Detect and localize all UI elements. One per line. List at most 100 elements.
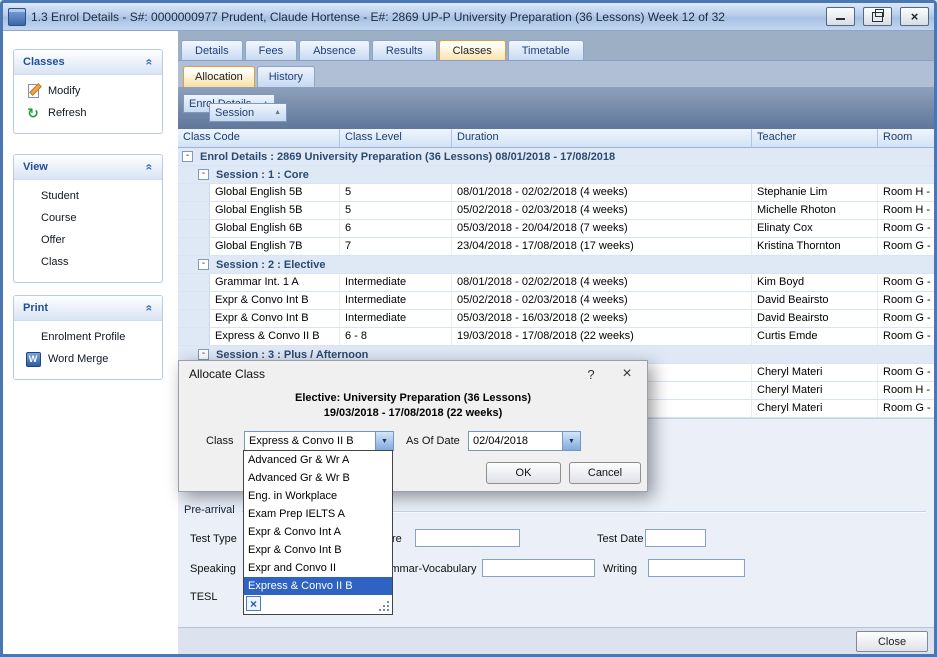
subtab-history[interactable]: History — [257, 66, 315, 87]
column-header-class-level[interactable]: Class Level — [340, 129, 452, 147]
sidebar-item-refresh[interactable]: Refresh — [14, 102, 162, 124]
dropdown-item-advanced-gr-wr-b[interactable]: Advanced Gr & Wr B — [244, 469, 392, 487]
dropdown-item-expr-convo-int-a[interactable]: Expr & Convo Int A — [244, 523, 392, 541]
dialog-title: Allocate Class — [189, 367, 573, 381]
test-type-label: Test Type — [190, 533, 237, 545]
app-window: 1.3 Enrol Details - S#: 0000000977 Prude… — [0, 0, 937, 657]
tab-details[interactable]: Details — [181, 40, 243, 60]
table-row[interactable]: Global English 5B508/01/2018 - 02/02/201… — [178, 184, 934, 202]
collapse-icon[interactable]: - — [198, 169, 209, 180]
sidebar-item-modify[interactable]: Modify — [14, 80, 162, 102]
panel-header-view: View« — [14, 155, 162, 180]
window-close-button[interactable]: × — [900, 7, 929, 26]
table-row[interactable]: Expr & Convo Int BIntermediate05/02/2018… — [178, 292, 934, 310]
sidebar-item-enrolment-profile[interactable]: Enrolment Profile — [14, 326, 162, 348]
resize-grip[interactable] — [387, 609, 389, 611]
class-combobox[interactable]: Express & Convo II B ▼ — [244, 431, 394, 451]
panel-header-print: Print« — [14, 296, 162, 321]
dropdown-item-express-convo-ii-b[interactable]: Express & Convo II B — [244, 577, 392, 595]
writing-input[interactable] — [648, 559, 745, 577]
collapse-icon[interactable]: - — [182, 151, 193, 162]
writing-label: Writing — [603, 563, 637, 575]
minimize-button[interactable] — [826, 7, 855, 26]
restore-button[interactable] — [863, 7, 892, 26]
as-of-date-value: 02/04/2018 — [469, 432, 562, 450]
word-icon — [25, 351, 41, 367]
dropdown-item-exam-prep-ielts-a[interactable]: Exam Prep IELTS A — [244, 505, 392, 523]
tesl-label: TESL — [190, 591, 218, 603]
window-titlebar: 1.3 Enrol Details - S#: 0000000977 Prude… — [3, 3, 934, 31]
as-of-date-combobox[interactable]: 02/04/2018 ▼ — [468, 431, 581, 451]
cancel-button[interactable]: Cancel — [569, 462, 641, 484]
minimize-icon — [836, 11, 845, 20]
group-by-bar: Enrol Details▲Session▲ — [178, 87, 934, 129]
as-of-date-arrow[interactable]: ▼ — [562, 432, 580, 450]
sidebar-panel-classes: Classes«ModifyRefresh — [13, 49, 163, 134]
group-row[interactable]: -Session : 1 : Core — [178, 166, 934, 184]
dropdown-items: Advanced Gr & Wr AAdvanced Gr & Wr BEng.… — [244, 451, 392, 595]
dialog-heading: Elective: University Preparation (36 Les… — [179, 392, 647, 404]
subtab-allocation[interactable]: Allocation — [183, 66, 255, 87]
sidebar-item-class[interactable]: Class — [14, 251, 162, 273]
class-label: Class — [206, 435, 234, 447]
collapse-chevron-button[interactable]: « — [141, 54, 158, 71]
chevron-up-icon: « — [143, 164, 157, 171]
group-by-session[interactable]: Session▲ — [209, 103, 287, 122]
column-header-duration[interactable]: Duration — [452, 129, 752, 147]
column-header-teacher[interactable]: Teacher — [752, 129, 878, 147]
tab-results[interactable]: Results — [372, 40, 437, 60]
test-date-label: Test Date — [597, 533, 643, 545]
dialog-titlebar: Allocate Class ? × — [179, 361, 647, 387]
sidebar-item-offer[interactable]: Offer — [14, 229, 162, 251]
dialog-help-button[interactable]: ? — [573, 361, 609, 387]
chevron-down-icon: ▼ — [381, 438, 388, 445]
test-date-input[interactable] — [645, 529, 706, 547]
dropdown-item-eng-in-workplace[interactable]: Eng. in Workplace — [244, 487, 392, 505]
ok-button[interactable]: OK — [486, 462, 561, 484]
sidebar-item-word-merge[interactable]: Word Merge — [14, 348, 162, 370]
table-row[interactable]: Global English 6B605/03/2018 - 20/04/201… — [178, 220, 934, 238]
sidebar-panel-view: View« StudentCourseOfferClass — [13, 154, 163, 283]
sidebar-item-course[interactable]: Course — [14, 207, 162, 229]
tab-absence[interactable]: Absence — [299, 40, 370, 60]
column-header-room[interactable]: Room — [878, 129, 934, 147]
tab-timetable[interactable]: Timetable — [508, 40, 584, 60]
collapse-chevron-button[interactable]: « — [141, 300, 158, 317]
table-row[interactable]: Grammar Int. 1 AIntermediate08/01/2018 -… — [178, 274, 934, 292]
bottom-bar: Close — [178, 627, 934, 655]
sidebar-item-student[interactable]: Student — [14, 185, 162, 207]
tab-fees[interactable]: Fees — [245, 40, 297, 60]
group-row[interactable]: -Enrol Details : 2869 University Prepara… — [178, 148, 934, 166]
sidebar-panel-print: Print« Enrolment ProfileWord Merge — [13, 295, 163, 380]
grid-header: Class CodeClass LevelDurationTeacherRoom — [178, 129, 934, 148]
class-combobox-arrow[interactable]: ▼ — [375, 432, 393, 450]
grammar-vocabulary-input[interactable] — [482, 559, 595, 577]
dropdown-item-expr-and-convo-ii[interactable]: Expr and Convo II — [244, 559, 392, 577]
column-header-class-code[interactable]: Class Code — [178, 129, 340, 147]
table-row[interactable]: Global English 7B723/04/2018 - 17/08/201… — [178, 238, 934, 256]
clear-x-button[interactable]: × — [246, 596, 261, 611]
dropdown-item-expr-convo-int-b[interactable]: Expr & Convo Int B — [244, 541, 392, 559]
subtab-bar: AllocationHistory — [178, 60, 934, 87]
collapse-icon[interactable]: - — [198, 259, 209, 270]
speaking-label: Speaking — [190, 563, 236, 575]
dropdown-item-advanced-gr-wr-a[interactable]: Advanced Gr & Wr A — [244, 451, 392, 469]
dialog-close-button[interactable]: × — [609, 361, 645, 387]
chevron-down-icon: ▼ — [568, 438, 575, 445]
restore-icon — [872, 12, 883, 22]
as-of-date-label: As Of Date — [406, 435, 460, 447]
collapse-icon[interactable]: - — [198, 349, 209, 360]
pre-arrival-label: Pre-arrival — [184, 504, 235, 516]
group-row[interactable]: -Session : 2 : Elective — [178, 256, 934, 274]
tab-classes[interactable]: Classes — [439, 40, 506, 60]
close-icon: × — [911, 10, 919, 23]
collapse-chevron-button[interactable]: « — [141, 159, 158, 176]
table-row[interactable]: Expr & Convo Int BIntermediate05/03/2018… — [178, 310, 934, 328]
dropdown-footer: × — [244, 595, 392, 614]
score-input[interactable] — [415, 529, 520, 547]
close-form-button[interactable]: Close — [856, 631, 928, 652]
table-row[interactable]: Express & Convo II B6 - 819/03/2018 - 17… — [178, 328, 934, 346]
table-row[interactable]: Global English 5B505/02/2018 - 02/03/201… — [178, 202, 934, 220]
class-dropdown-list: Advanced Gr & Wr AAdvanced Gr & Wr BEng.… — [243, 450, 393, 615]
sidebar: Classes«ModifyRefreshView«StudentCourseO… — [3, 31, 178, 655]
